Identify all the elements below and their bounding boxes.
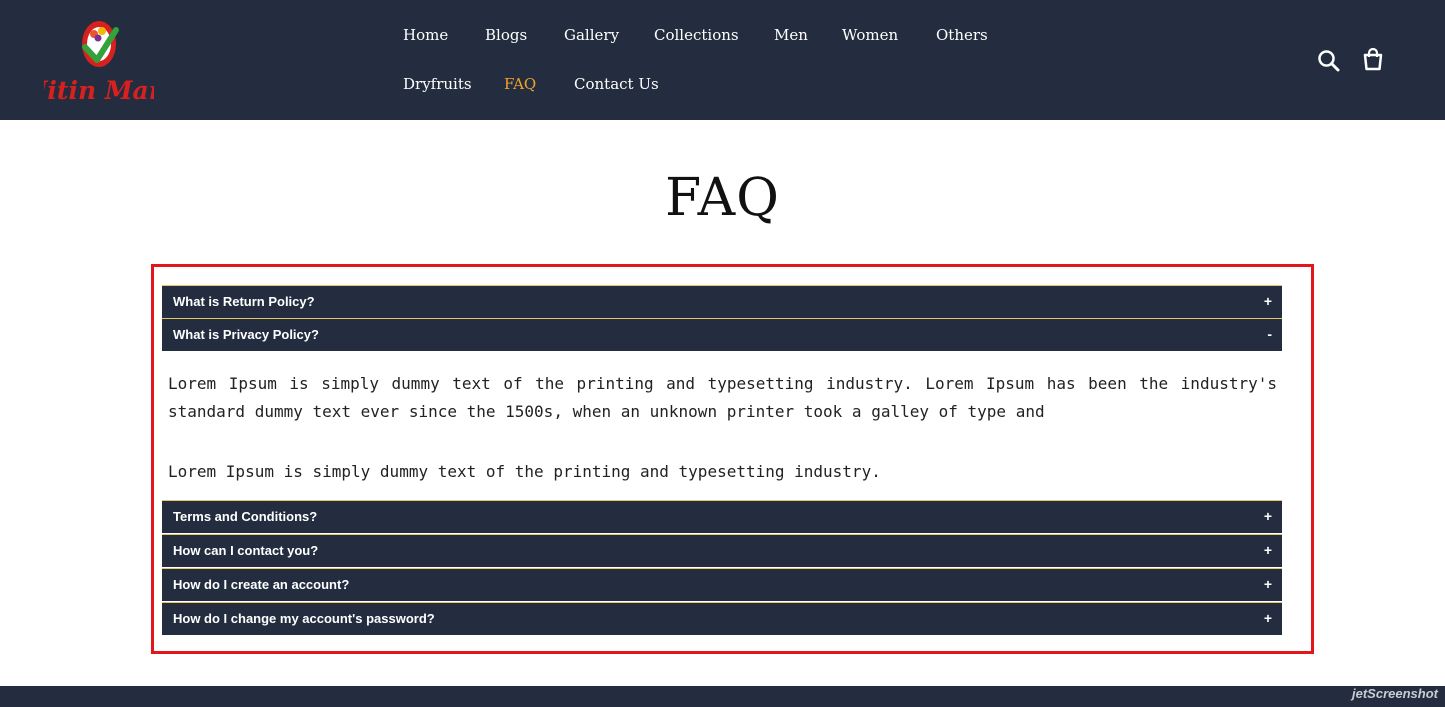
faq-question: How do I create an account? (173, 577, 350, 592)
expand-icon[interactable]: + (1264, 576, 1272, 592)
nitin-mart-logo[interactable]: Nitin Mart (44, 14, 154, 106)
site-header: Nitin Mart Home Blogs Gallery Collection… (0, 0, 1445, 120)
collapse-icon[interactable]: - (1267, 326, 1272, 342)
expand-icon[interactable]: + (1264, 610, 1272, 626)
expand-icon[interactable]: + (1264, 542, 1272, 558)
faq-item-contact[interactable]: How can I contact you? + (162, 534, 1282, 567)
faq-question: What is Privacy Policy? (173, 327, 319, 342)
nav-contact-us-link[interactable]: Contact Us (574, 75, 659, 93)
faq-item-return-policy[interactable]: What is Return Policy? + (162, 285, 1282, 318)
faq-item-privacy-policy[interactable]: What is Privacy Policy? - (162, 318, 1282, 351)
nav-men-link[interactable]: Men (774, 26, 808, 44)
nav-home-link[interactable]: Home (403, 26, 448, 44)
faq-item-terms-and-conditions[interactable]: Terms and Conditions? + (162, 500, 1282, 533)
faq-question: How can I contact you? (173, 543, 319, 558)
faq-item-create-account[interactable]: How do I create an account? + (162, 568, 1282, 601)
nav-women-link[interactable]: Women (842, 26, 898, 44)
svg-text:Nitin Mart: Nitin Mart (44, 76, 154, 105)
faq-question: Terms and Conditions? (173, 509, 318, 524)
nav-blogs-link[interactable]: Blogs (485, 26, 527, 44)
nav-dryfruits-link[interactable]: Dryfruits (403, 75, 472, 93)
screenshot-watermark: jetScreenshot (1352, 686, 1438, 701)
faq-answer-privacy-policy: Lorem Ipsum is simply dummy text of the … (168, 370, 1277, 486)
nav-faq-link[interactable]: FAQ (504, 75, 536, 93)
nav-gallery-link[interactable]: Gallery (564, 26, 619, 44)
nav-collections-link[interactable]: Collections (654, 26, 739, 44)
page-title: FAQ (665, 168, 780, 228)
faq-question: What is Return Policy? (173, 294, 315, 309)
site-footer (0, 686, 1445, 707)
faq-answer-paragraph: Lorem Ipsum is simply dummy text of the … (168, 374, 1277, 421)
faq-question: How do I change my account's password? (173, 611, 435, 626)
search-icon[interactable] (1316, 48, 1342, 74)
cart-icon[interactable] (1360, 46, 1386, 72)
expand-icon[interactable]: + (1264, 508, 1272, 524)
faq-item-change-password[interactable]: How do I change my account's password? + (162, 602, 1282, 635)
faq-answer-paragraph: Lorem Ipsum is simply dummy text of the … (168, 462, 881, 481)
nav-others-link[interactable]: Others (936, 26, 988, 44)
expand-icon[interactable]: + (1264, 293, 1272, 309)
